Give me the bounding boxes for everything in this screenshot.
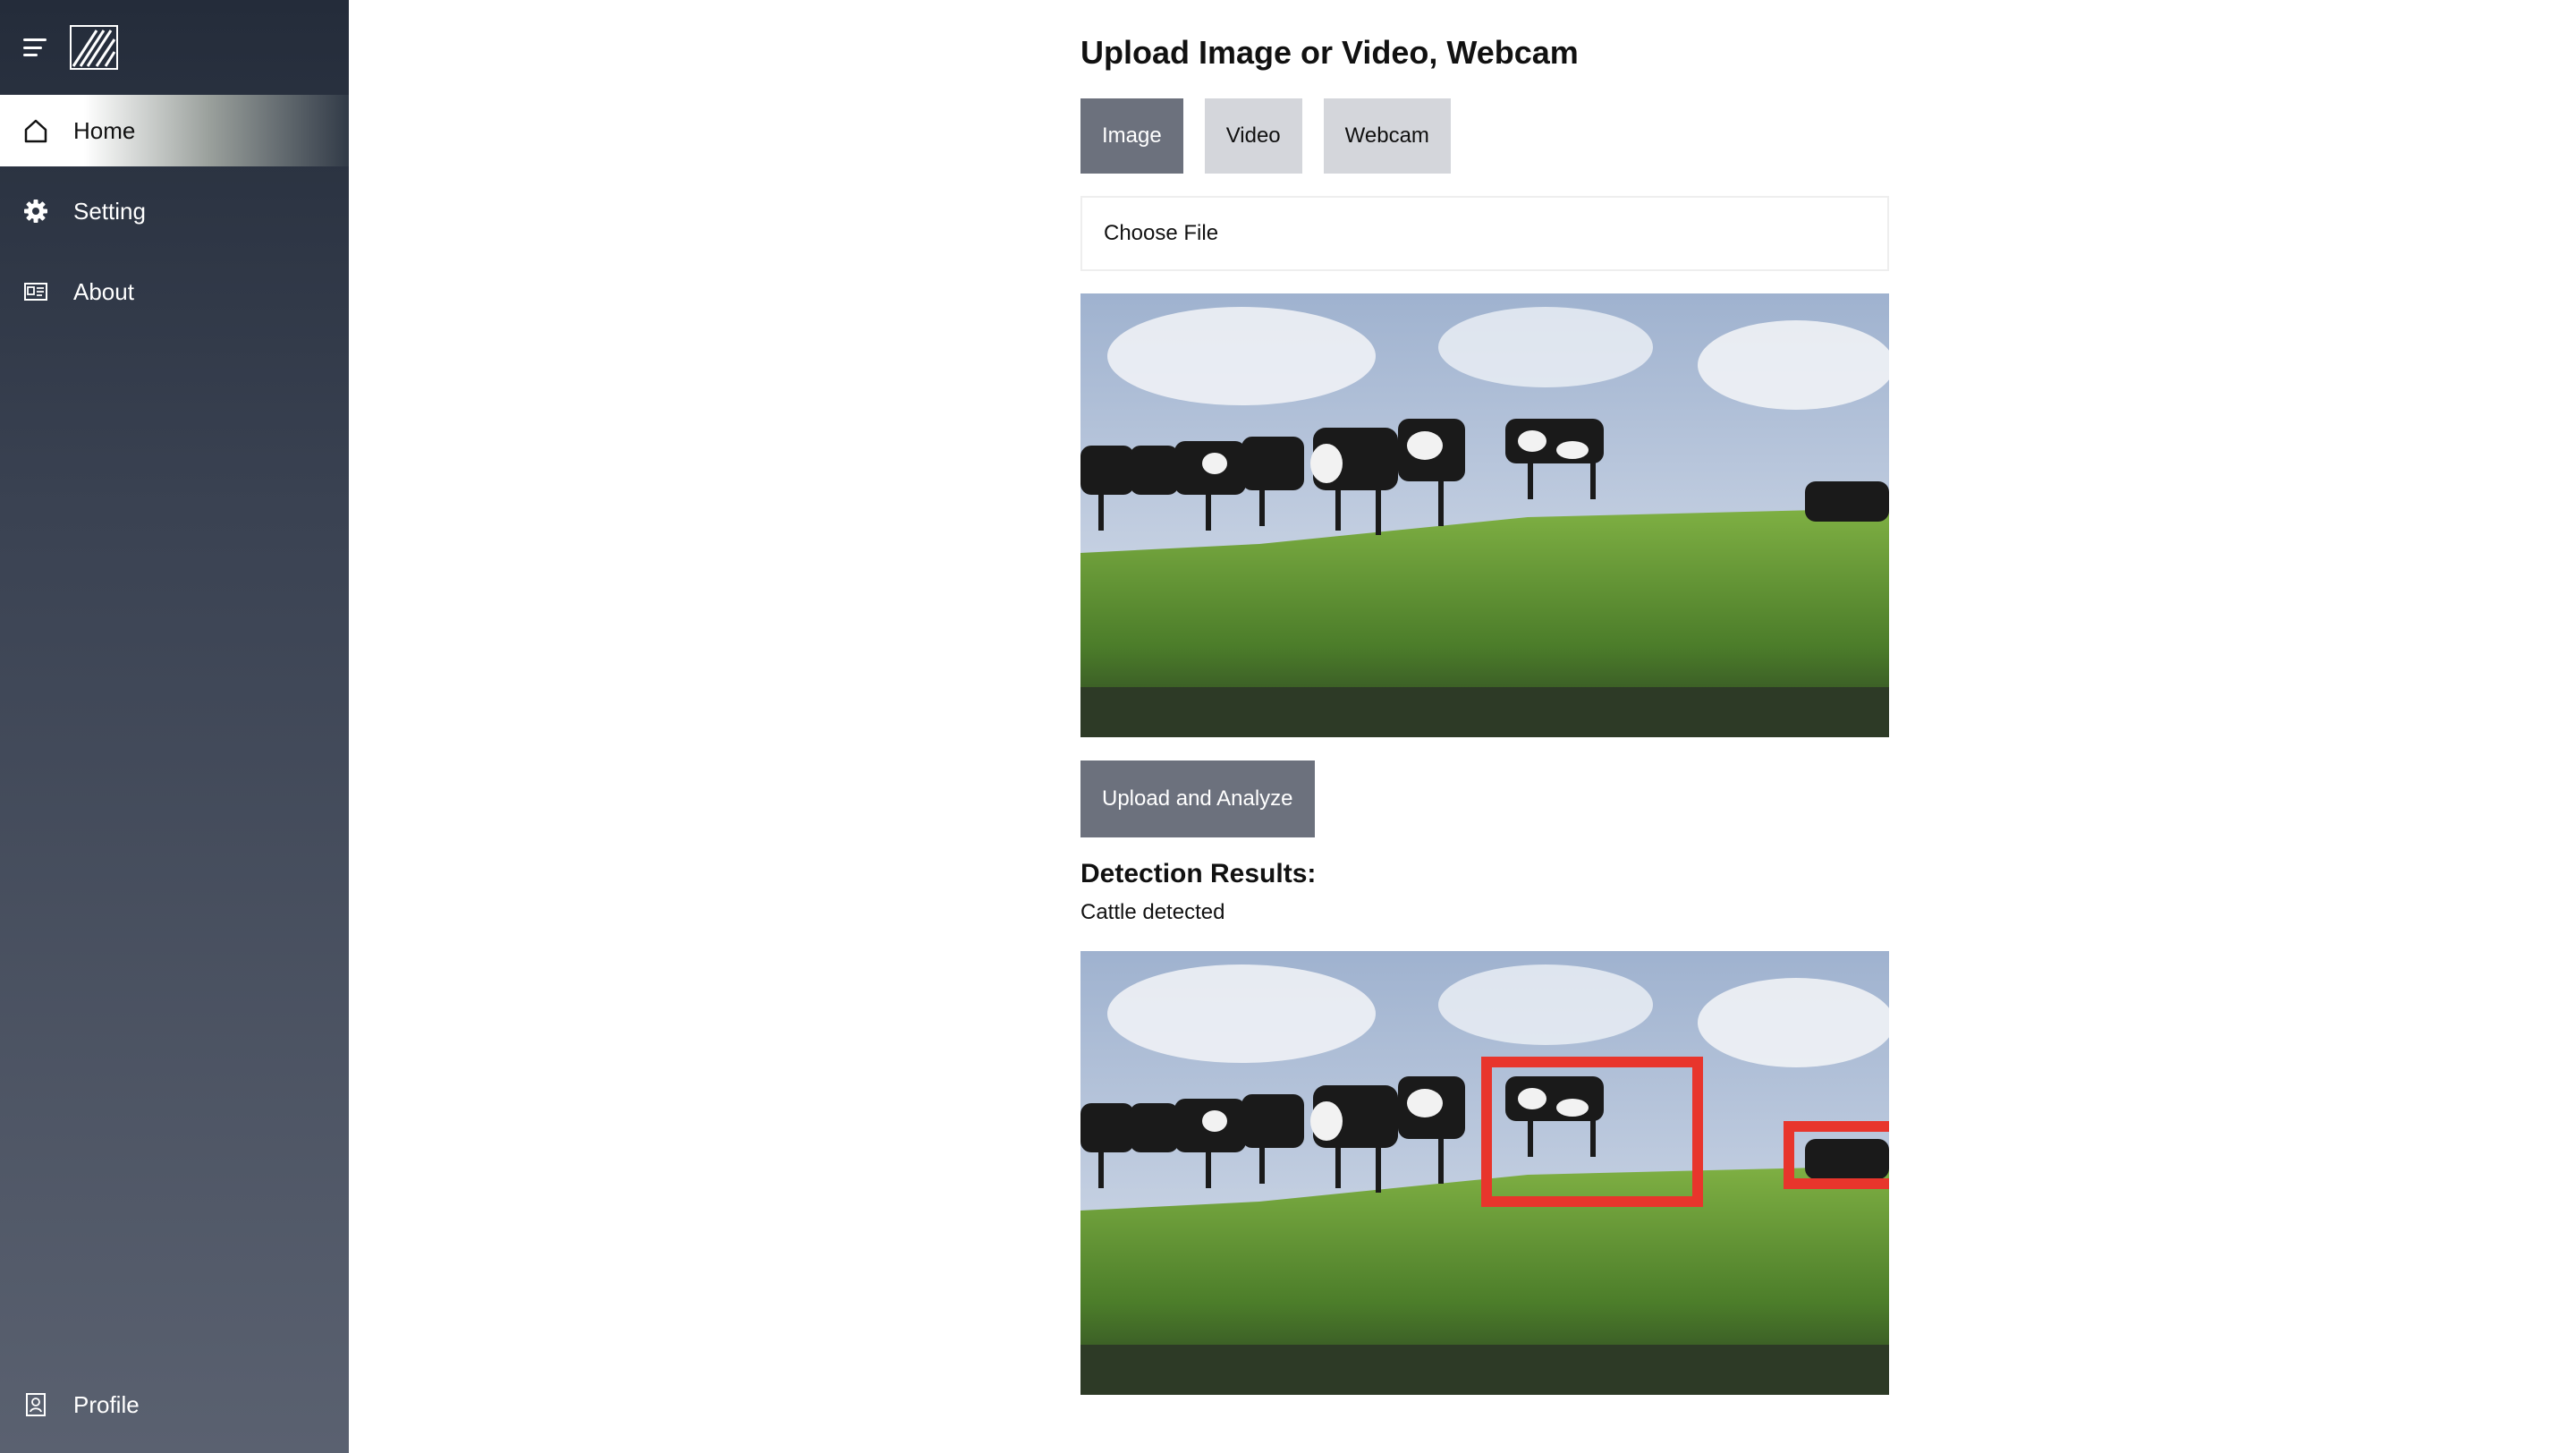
detection-results-text: Cattle detected (1080, 900, 1225, 924)
app-logo-icon (70, 25, 118, 70)
sidebar-item-label: Profile (73, 1390, 140, 1418)
sidebar-item-profile[interactable]: Profile (0, 1369, 349, 1440)
tab-image[interactable]: Image (1080, 98, 1183, 174)
gear-icon (21, 197, 50, 225)
media-tabs: Image Video Webcam (1080, 98, 1451, 174)
sidebar-item-label: Home (73, 116, 136, 144)
sidebar-item-home[interactable]: Home (0, 95, 349, 166)
hamburger-menu-icon[interactable] (23, 38, 47, 56)
sidebar-header (0, 0, 349, 95)
detection-results-title: Detection Results: (1080, 859, 1317, 888)
sidebar-item-label: Setting (73, 197, 146, 225)
tab-webcam[interactable]: Webcam (1323, 98, 1451, 174)
sidebar: Home Setting About Profile (0, 0, 349, 1453)
page-title: Upload Image or Video, Webcam (1080, 34, 1579, 71)
choose-file-input[interactable]: Choose File (1080, 196, 1889, 271)
tab-video[interactable]: Video (1204, 98, 1302, 174)
upload-analyze-button[interactable]: Upload and Analyze (1080, 760, 1315, 837)
detection-result-image (1080, 951, 1889, 1395)
sidebar-item-setting[interactable]: Setting (0, 175, 349, 247)
sidebar-item-label: About (73, 277, 134, 305)
id-card-icon (21, 277, 50, 306)
profile-icon (21, 1390, 50, 1419)
home-icon (21, 116, 50, 145)
preview-image (1080, 293, 1889, 737)
sidebar-item-about[interactable]: About (0, 256, 349, 327)
